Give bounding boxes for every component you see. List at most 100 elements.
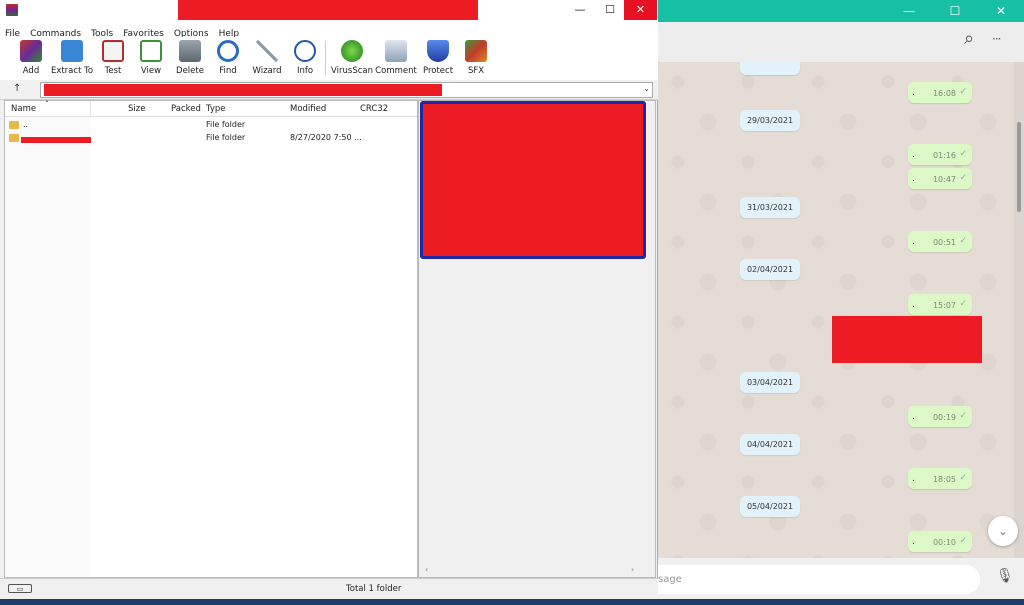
sort-arrow-icon: ˆ (45, 100, 49, 109)
column-type[interactable]: Type (206, 104, 226, 114)
date-pill: 05/04/2021 (740, 496, 800, 517)
trash-icon (179, 40, 201, 62)
redacted-preview-image (420, 101, 646, 259)
sfx-box-icon (465, 40, 487, 62)
path-field[interactable]: ⌄ (40, 82, 653, 98)
wa-close-button[interactable]: ✕ (978, 0, 1024, 22)
redacted-filename (21, 137, 91, 143)
winrar-app-icon (6, 4, 18, 16)
date-pill: 31/03/2021 (740, 197, 800, 218)
message-time: 15:07 (932, 301, 956, 310)
magnifier-icon (217, 40, 239, 62)
winrar-window: — ☐ ✕ File Commands Tools Favorites Options H… (0, 0, 658, 605)
message-bubble[interactable]: . 18:05 ✓ (908, 468, 972, 489)
chat-scrollbar[interactable] (1014, 62, 1024, 558)
whatsapp-titlebar: — ☐ ✕ (658, 0, 1024, 22)
check-icon: ✓ (959, 87, 967, 97)
status-total: Total 1 folder (346, 584, 402, 594)
date-pill: 29/03/2021 (740, 110, 800, 131)
table-row[interactable]: .. File folder (5, 119, 417, 132)
menu-bar: File Commands Tools Favorites Options Help (0, 21, 658, 39)
comment-icon (385, 40, 407, 62)
column-crc32[interactable]: CRC32 (360, 104, 388, 114)
folder-icon (9, 134, 19, 142)
check-icon: ✓ (959, 411, 967, 421)
message-time: 00:19 (932, 413, 956, 422)
view-book-icon (140, 40, 162, 62)
message-bubble[interactable]: . 00:10 ✓ (908, 531, 972, 552)
wa-minimize-button[interactable]: — (886, 0, 932, 22)
redacted-title (178, 0, 478, 20)
minimize-button[interactable]: — (565, 0, 595, 20)
column-packed[interactable]: Packed (171, 104, 201, 114)
message-bubble[interactable]: . 16:08 ✓ (908, 82, 972, 103)
status-bar: ▭ Total 1 folder (0, 578, 658, 599)
check-icon: ✓ (959, 173, 967, 183)
folder-icon (9, 121, 19, 129)
more-options-icon[interactable]: ··· (992, 32, 1002, 46)
check-icon: ✓ (959, 149, 967, 159)
message-bubble[interactable]: . 00:19 ✓ (908, 406, 972, 427)
wa-maximize-button[interactable]: ☐ (932, 0, 978, 22)
virus-scan-icon (341, 40, 363, 62)
date-pill: 03/04/2021 (740, 372, 800, 393)
redacted-path (44, 84, 442, 96)
search-icon[interactable]: ⌕ (964, 28, 974, 49)
name-column-bg (5, 117, 90, 577)
redacted-message (832, 316, 982, 363)
column-modified[interactable]: Modified (290, 104, 326, 114)
winrar-titlebar: — ☐ ✕ (0, 0, 658, 21)
check-icon: ✓ (959, 299, 967, 309)
extract-folder-icon (61, 40, 83, 62)
microphone-icon[interactable]: 🎙 (996, 568, 1014, 584)
chevron-down-icon[interactable]: ⌄ (643, 84, 650, 93)
scroll-right-icon[interactable]: › (631, 565, 634, 574)
up-arrow-icon[interactable]: ↑ (13, 83, 21, 94)
message-bubble[interactable]: . 01:16 ✓ (908, 144, 972, 165)
info-button[interactable]: Info (283, 37, 327, 80)
scroll-down-icon[interactable]: ⌄ (988, 516, 1018, 546)
message-time: 01:16 (932, 151, 956, 160)
drive-icon: ▭ (8, 584, 32, 593)
file-list: Name ˆ Size Packed Type Modified CRC32 .… (4, 100, 418, 578)
message-bubble[interactable]: . 00:51 ✓ (908, 231, 972, 252)
address-bar: ↑ ⌄ (0, 80, 658, 100)
message-bubble[interactable]: . 15:07 ✓ (908, 294, 972, 315)
close-button[interactable]: ✕ (624, 0, 657, 20)
shield-icon (427, 40, 449, 62)
chat-messages: . 16:08 ✓ 29/03/2021 . 01:16 ✓ . 10:47 ✓… (658, 62, 1014, 558)
message-time: 10:47 (932, 175, 956, 184)
chat-header: ⌕ ··· (658, 22, 1024, 62)
maximize-button[interactable]: ☐ (595, 0, 625, 20)
message-time: 00:10 (932, 538, 956, 547)
list-header: Name ˆ Size Packed Type Modified CRC32 (5, 100, 417, 117)
table-row[interactable]: File folder 8/27/2020 7:50 ... (5, 132, 417, 145)
message-input[interactable]: sage (658, 565, 980, 594)
toolbar: Add Extract To Test View Delete Find Wiz… (0, 37, 658, 80)
compose-bar: sage 🎙 (658, 558, 1024, 600)
date-pill (740, 62, 800, 75)
preview-pane: ‹ › (418, 100, 656, 578)
date-pill: 04/04/2021 (740, 434, 800, 455)
taskbar (0, 599, 1024, 605)
sfx-button[interactable]: SFX (454, 37, 498, 80)
message-time: 00:51 (932, 238, 956, 247)
date-pill: 02/04/2021 (740, 259, 800, 280)
whatsapp-window: — ☐ ✕ ⌕ ··· . 16:08 ✓ 29/03/2021 . 01:16… (658, 0, 1024, 605)
column-size[interactable]: Size (128, 104, 145, 114)
message-time: 18:05 (932, 475, 956, 484)
column-name[interactable]: Name (11, 104, 36, 114)
test-clipboard-icon (102, 40, 124, 62)
check-icon: ✓ (959, 473, 967, 483)
info-icon (294, 40, 316, 62)
message-time: 16:08 (932, 89, 956, 98)
check-icon: ✓ (959, 536, 967, 546)
check-icon: ✓ (959, 236, 967, 246)
scroll-left-icon[interactable]: ‹ (425, 565, 428, 574)
message-bubble[interactable]: . 10:47 ✓ (908, 168, 972, 189)
magic-wand-icon (256, 40, 278, 62)
preview-vertical-scrollbar[interactable] (646, 101, 655, 577)
add-archive-icon (20, 40, 42, 62)
scroll-thumb[interactable] (1017, 122, 1021, 212)
preview-horizontal-scrollbar[interactable]: ‹ › (419, 565, 646, 577)
